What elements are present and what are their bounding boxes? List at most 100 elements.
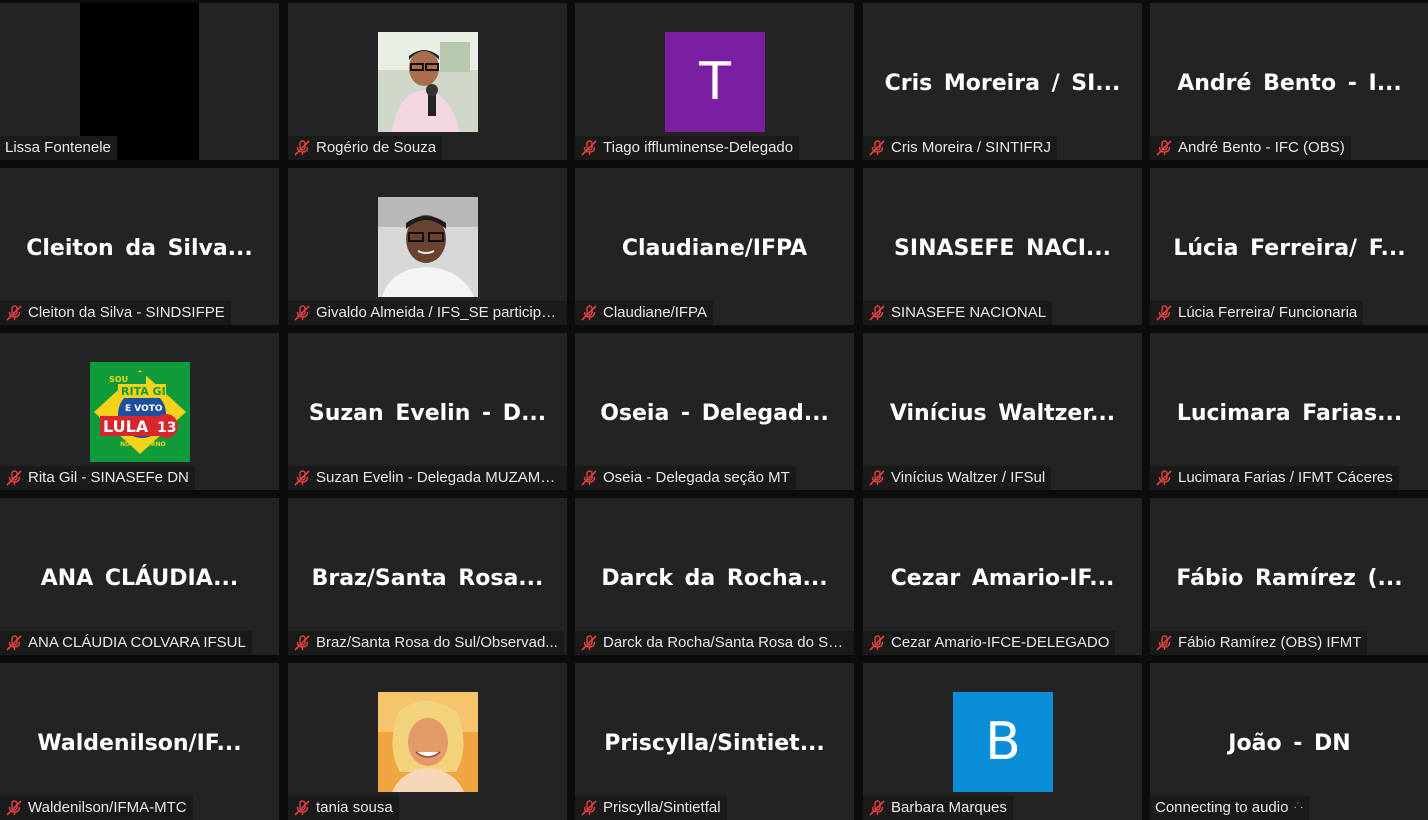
campaign-graphic-text: SOU — [109, 375, 128, 384]
participant-tile[interactable]: SOU RITA GIL E VOTO LULA 13 NO 1º TURNO … — [0, 333, 279, 490]
participant-tile[interactable]: André Bento - I... André Bento - IFC (OB… — [1150, 3, 1428, 160]
microphone-muted-icon — [1156, 470, 1172, 486]
participant-tile[interactable]: Lúcia Ferreira/ F... Lúcia Ferreira/ Fun… — [1150, 168, 1428, 325]
participant-display-name: Lucimara Farias... — [1176, 401, 1403, 426]
participant-name-label: Lissa Fontenele — [0, 136, 117, 160]
participant-tile[interactable]: Claudiane/IFPA Claudiane/IFPA — [575, 168, 854, 325]
participant-tile[interactable]: Oseia - Delegad... Oseia - Delegada seçã… — [575, 333, 854, 490]
participant-display-name: Waldenilson/IF... — [37, 731, 242, 756]
participant-name-text: Rogério de Souza — [316, 139, 437, 156]
participant-tile[interactable]: Braz/Santa Rosa... Braz/Santa Rosa do Su… — [288, 498, 567, 655]
participant-avatar — [378, 32, 478, 132]
campaign-graphic-text: RITA GIL — [121, 385, 173, 398]
participant-name-label: Rogério de Souza — [288, 136, 443, 160]
participant-grid: Lissa Fontenele Rogério de Souza T Tiago … — [0, 0, 1428, 820]
participant-initial-avatar: T — [665, 32, 765, 132]
microphone-muted-icon — [581, 470, 597, 486]
participant-avatar — [378, 197, 478, 297]
participant-name-text: ANA CLÁUDIA COLVARA IFSUL — [28, 634, 246, 651]
participant-tile[interactable]: Fábio Ramírez (... Fábio Ramírez (OBS) I… — [1150, 498, 1428, 655]
participant-name-label: Cris Moreira / SINTIFRJ — [863, 136, 1058, 160]
participant-name-text: Lucimara Farias / IFMT Cáceres — [1178, 469, 1393, 486]
participant-tile[interactable]: Cleiton da Silva... Cleiton da Silva - S… — [0, 168, 279, 325]
participant-display-name: Vinícius Waltzer... — [889, 401, 1116, 426]
participant-name-text: Barbara Marques — [891, 799, 1007, 816]
participant-display-name: Cleiton da Silva... — [26, 236, 253, 261]
campaign-graphic-text: E VOTO — [125, 404, 163, 414]
participant-name-text: Givaldo Almeida / IFS_SE participa... — [316, 304, 561, 321]
participant-tile[interactable]: SINASEFE NACI... SINASEFE NACIONAL — [863, 168, 1142, 325]
participant-tile[interactable]: Darck da Rocha... Darck da Rocha/Santa R… — [575, 498, 854, 655]
participant-name-label: Fábio Ramírez (OBS) IFMT — [1150, 631, 1368, 655]
participant-name-label: tania sousa — [288, 796, 399, 820]
participant-tile[interactable]: Cezar Amario-IF... Cezar Amario-IFCE-DEL… — [863, 498, 1142, 655]
participant-name-label: SINASEFE NACIONAL — [863, 301, 1053, 325]
participant-name-text: Vinícius Waltzer / IFSul — [891, 469, 1046, 486]
connecting-spinner-icon: ·˙· — [1293, 802, 1304, 813]
microphone-muted-icon — [294, 140, 310, 156]
participant-name-text: Rita Gil - SINASEFe DN — [28, 469, 189, 486]
campaign-graphic-text: 13 — [157, 420, 176, 436]
participant-name-label: Lucimara Farias / IFMT Cáceres — [1150, 466, 1399, 490]
participant-name-label: Oseia - Delegada seção MT — [575, 466, 796, 490]
participant-avatar — [378, 692, 478, 792]
participant-display-name: SINASEFE NACI... — [894, 236, 1111, 261]
participant-name-label: Waldenilson/IFMA-MTC — [0, 796, 193, 820]
participant-name-text: Tiago iffluminense-Delegado — [603, 139, 794, 156]
participant-display-name: João - DN — [1228, 731, 1351, 756]
participant-name-label: Cezar Amario-IFCE-DELEGADO — [863, 631, 1116, 655]
participant-tile[interactable]: Vinícius Waltzer... Vinícius Waltzer / I… — [863, 333, 1142, 490]
participant-tile[interactable]: B Barbara Marques — [863, 663, 1142, 820]
participant-display-name: Lúcia Ferreira/ F... — [1173, 236, 1406, 261]
microphone-muted-icon — [294, 800, 310, 816]
participant-avatar: SOU RITA GIL E VOTO LULA 13 NO 1º TURNO — [90, 362, 190, 462]
participant-initial-avatar: B — [953, 692, 1053, 792]
microphone-muted-icon — [581, 800, 597, 816]
participant-name-text: Lissa Fontenele — [5, 139, 111, 156]
participant-tile[interactable]: Cris Moreira / SI... Cris Moreira / SINT… — [863, 3, 1142, 160]
microphone-muted-icon — [6, 470, 22, 486]
participant-tile[interactable]: Lissa Fontenele — [0, 3, 279, 160]
microphone-muted-icon — [294, 635, 310, 651]
participant-name-text: tania sousa — [316, 799, 393, 816]
participant-tile[interactable]: Lucimara Farias... Lucimara Farias / IFM… — [1150, 333, 1428, 490]
participant-name-label: Vinícius Waltzer / IFSul — [863, 466, 1052, 490]
microphone-muted-icon — [581, 140, 597, 156]
participant-tile[interactable]: Suzan Evelin - D... Suzan Evelin - Deleg… — [288, 333, 567, 490]
participant-name-text: André Bento - IFC (OBS) — [1178, 139, 1345, 156]
participant-name-text: Lúcia Ferreira/ Funcionaria — [1178, 304, 1358, 321]
participant-tile[interactable]: Priscylla/Sintiet... Priscylla/Sintietfa… — [575, 663, 854, 820]
microphone-muted-icon — [869, 800, 885, 816]
microphone-muted-icon — [6, 305, 22, 321]
participant-display-name: Priscylla/Sintiet... — [604, 731, 825, 756]
participant-name-label: André Bento - IFC (OBS) — [1150, 136, 1351, 160]
participant-name-text: SINASEFE NACIONAL — [891, 304, 1047, 321]
campaign-graphic-text: NO 1º TURNO — [120, 441, 166, 448]
participant-name-text: Cleiton da Silva - SINDSIFPE — [28, 304, 225, 321]
participant-display-name: Cris Moreira / SI... — [884, 71, 1121, 96]
participant-display-name: Claudiane/IFPA — [621, 236, 808, 261]
participant-tile[interactable]: Waldenilson/IF... Waldenilson/IFMA-MTC — [0, 663, 279, 820]
participant-tile[interactable]: tania sousa — [288, 663, 567, 820]
microphone-muted-icon — [869, 470, 885, 486]
participant-tile[interactable]: Rogério de Souza — [288, 3, 567, 160]
participant-name-label: Connecting to audio ·˙· — [1150, 796, 1310, 820]
participant-display-name: Cezar Amario-IF... — [890, 566, 1115, 591]
microphone-muted-icon — [869, 140, 885, 156]
participant-display-name: André Bento - I... — [1177, 71, 1402, 96]
participant-display-name: Fábio Ramírez (... — [1176, 566, 1403, 591]
microphone-muted-icon — [1156, 140, 1172, 156]
participant-name-text: Oseia - Delegada seção MT — [603, 469, 790, 486]
participant-name-text: Connecting to audio — [1155, 799, 1289, 816]
participant-name-text: Fábio Ramírez (OBS) IFMT — [1178, 634, 1362, 651]
campaign-graphic-text: LULA — [103, 417, 149, 436]
participant-tile[interactable]: T Tiago iffluminense-Delegado — [575, 3, 854, 160]
participant-tile[interactable]: ANA CLÁUDIA... ANA CLÁUDIA COLVARA IFSUL — [0, 498, 279, 655]
microphone-muted-icon — [869, 305, 885, 321]
participant-name-label: Lúcia Ferreira/ Funcionaria — [1150, 301, 1364, 325]
microphone-muted-icon — [1156, 305, 1172, 321]
participant-name-text: Braz/Santa Rosa do Sul/Observad... — [316, 634, 558, 651]
participant-tile[interactable]: João - DN Connecting to audio ·˙· — [1150, 663, 1428, 820]
participant-name-text: Waldenilson/IFMA-MTC — [28, 799, 187, 816]
participant-tile[interactable]: Givaldo Almeida / IFS_SE participa... — [288, 168, 567, 325]
